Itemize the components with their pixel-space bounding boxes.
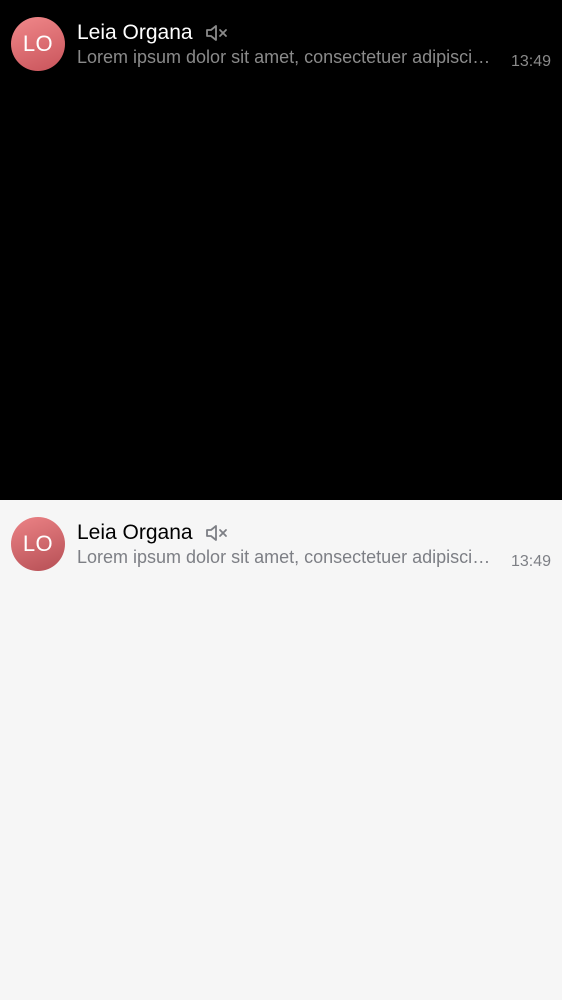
avatar: LO [11,17,65,71]
contact-name: Leia Organa [77,521,193,544]
avatar-initials: LO [22,31,54,56]
chat-list-item[interactable]: LO Leia Organa Lorem ipsum dolor sit ame… [0,500,562,586]
message-preview: Lorem ipsum dolor sit amet, consectetuer… [77,547,497,567]
avatar: LO [11,517,65,571]
message-time: 13:49 [510,553,551,570]
speaker-muted-icon [205,24,229,42]
avatar-initials: LO [22,531,54,556]
speaker-muted-icon [205,524,229,542]
chat-list-light: LO Leia Organa Lorem ipsum dolor sit ame… [0,500,562,1000]
message-time: 13:49 [510,53,551,70]
chat-list-dark: LO Leia Organa Lorem ipsum dolor sit ame… [0,0,562,500]
chat-list-item[interactable]: LO Leia Organa Lorem ipsum dolor sit ame… [0,0,562,86]
message-preview: Lorem ipsum dolor sit amet, consectetuer… [77,47,497,67]
contact-name: Leia Organa [77,21,193,44]
